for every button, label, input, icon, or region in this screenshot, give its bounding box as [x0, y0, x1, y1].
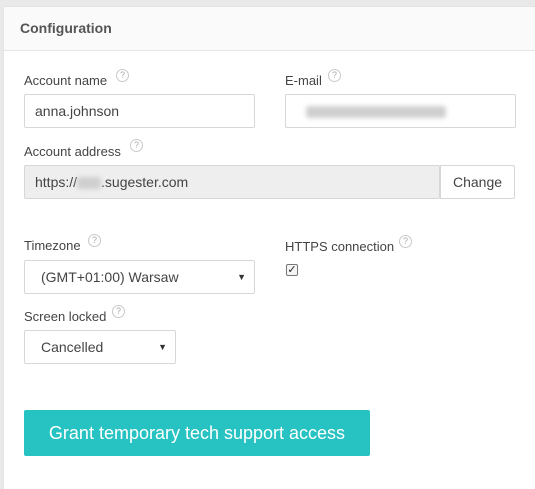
- https-label: HTTPS connection: [285, 239, 395, 254]
- account-name-label: Account name: [24, 73, 108, 88]
- https-help-icon[interactable]: ?: [399, 235, 412, 248]
- screen-locked-select[interactable]: Cancelled ▼: [24, 330, 176, 364]
- email-input[interactable]: [285, 94, 516, 128]
- timezone-label: Timezone: [24, 238, 81, 253]
- https-checkbox[interactable]: ✓: [286, 264, 298, 276]
- account-name-help-icon[interactable]: ?: [116, 69, 129, 82]
- timezone-help-icon[interactable]: ?: [88, 234, 101, 247]
- redacted-subdomain: [77, 177, 102, 190]
- address-prefix: https://: [35, 174, 78, 190]
- account-name-input[interactable]: anna.johnson: [24, 94, 255, 128]
- account-address-label: Account address: [24, 144, 121, 159]
- configuration-panel: Configuration Account name ? anna.johnso…: [3, 6, 535, 489]
- account-address-help-icon[interactable]: ?: [130, 139, 143, 152]
- screen-locked-help-icon[interactable]: ?: [112, 305, 125, 318]
- timezone-selected: (GMT+01:00) Warsaw: [41, 269, 179, 285]
- redacted-email: [306, 106, 446, 119]
- email-label: E-mail: [285, 73, 322, 88]
- timezone-select[interactable]: (GMT+01:00) Warsaw ▼: [24, 260, 255, 294]
- screen-locked-selected: Cancelled: [41, 339, 104, 355]
- panel-title: Configuration: [20, 20, 112, 36]
- grant-tech-support-button[interactable]: Grant temporary tech support access: [24, 410, 370, 456]
- address-suffix: .sugester.com: [101, 174, 189, 190]
- chevron-down-icon: ▼: [158, 342, 167, 352]
- screen-locked-label: Screen locked: [24, 309, 107, 324]
- change-address-button[interactable]: Change: [440, 165, 515, 199]
- panel-header: Configuration: [4, 7, 535, 51]
- email-help-icon[interactable]: ?: [328, 69, 341, 82]
- account-address-input: https:// .sugester.com: [24, 165, 440, 199]
- chevron-down-icon: ▼: [237, 272, 246, 282]
